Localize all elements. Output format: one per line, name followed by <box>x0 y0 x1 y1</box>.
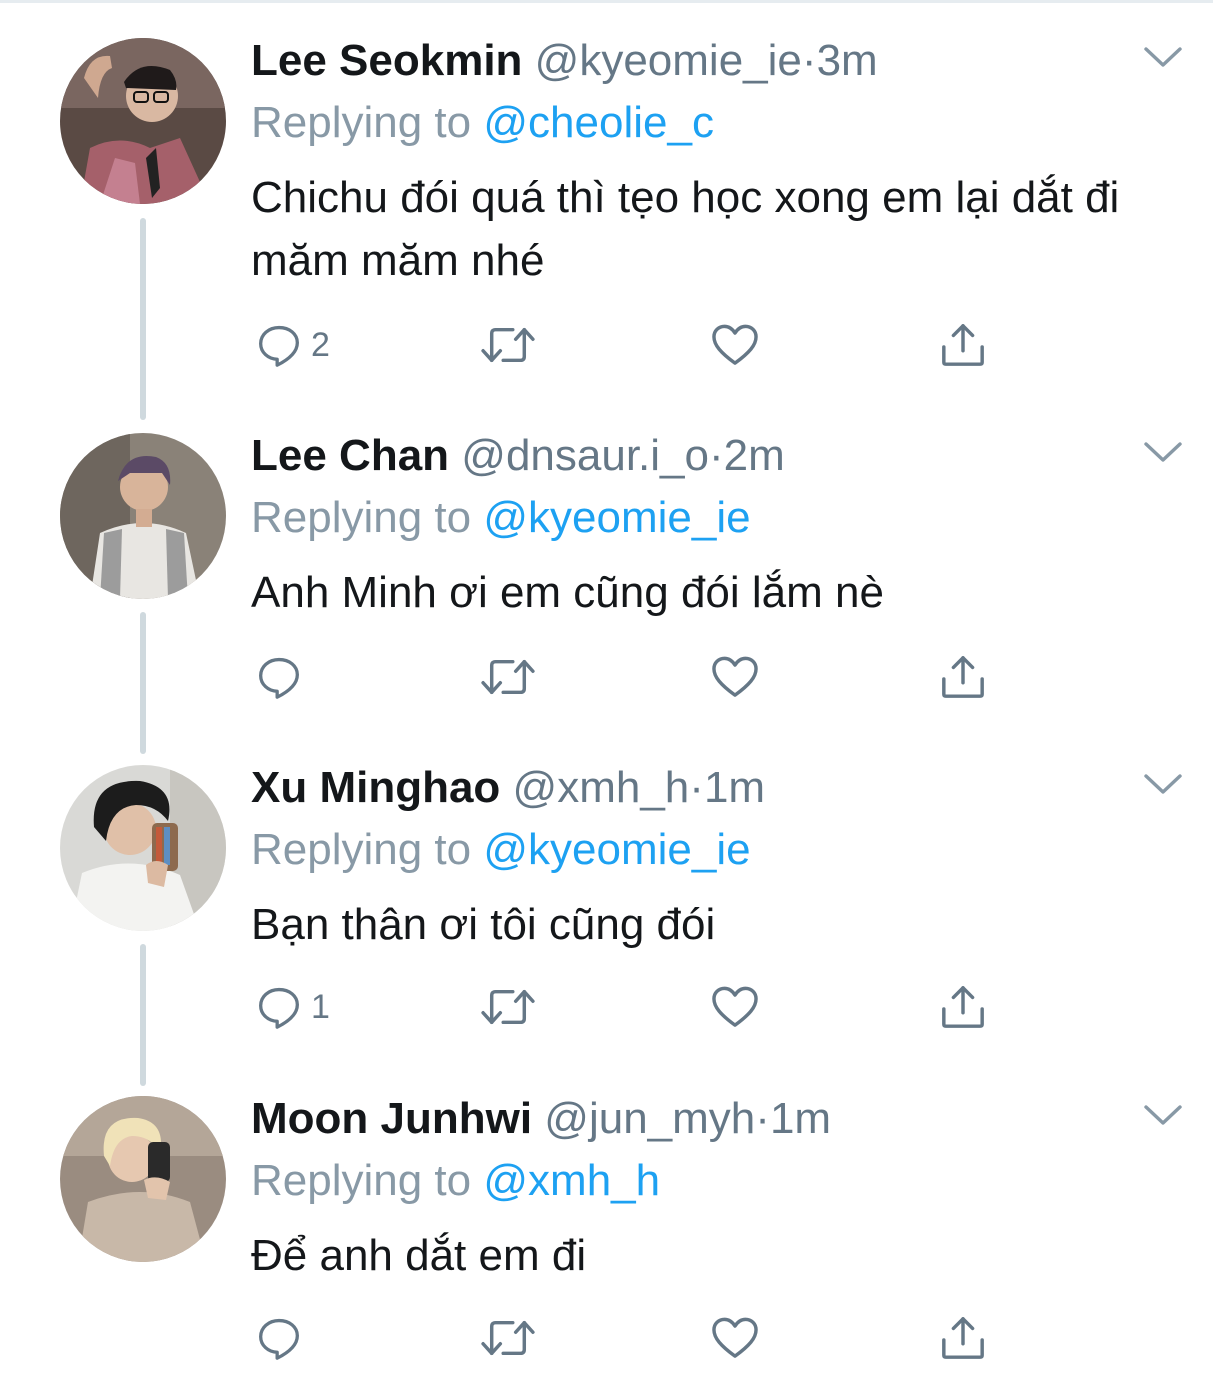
display-name[interactable]: Xu Minghao <box>251 763 500 812</box>
tweet-header: Xu Minghao @xmh_h·1m <box>251 757 765 819</box>
tweet-text: Anh Minh ơi em cũng đói lắm nè <box>251 568 884 617</box>
replying-to-handle[interactable]: @xmh_h <box>483 1156 660 1205</box>
share-icon <box>940 654 986 700</box>
retweet-icon <box>481 322 535 368</box>
retweet-icon <box>481 984 535 1030</box>
replying-to: Replying to @kyeomie_ie <box>251 487 751 549</box>
share-button[interactable] <box>940 647 986 707</box>
reply-button[interactable] <box>257 647 311 707</box>
tweet[interactable]: Xu Minghao @xmh_h·1m Replying to @kyeomi… <box>0 757 1213 1087</box>
chevron-down-icon[interactable] <box>1142 42 1184 72</box>
like-icon <box>711 655 759 699</box>
share-icon <box>940 1315 986 1361</box>
display-name[interactable]: Lee Seokmin <box>251 36 522 85</box>
timestamp[interactable]: 3m <box>817 36 878 85</box>
reply-button[interactable]: 2 <box>257 315 330 375</box>
reply-count: 1 <box>311 987 330 1026</box>
retweet-button[interactable] <box>481 315 535 375</box>
separator-dot: · <box>755 1094 770 1143</box>
tweet-header: Lee Seokmin @kyeomie_ie·3m <box>251 30 878 92</box>
top-divider <box>0 0 1213 3</box>
share-button[interactable] <box>940 315 986 375</box>
like-button[interactable] <box>711 647 759 707</box>
share-button[interactable] <box>940 977 986 1037</box>
replying-to: Replying to @cheolie_c <box>251 92 714 154</box>
like-button[interactable] <box>711 1308 759 1368</box>
display-name[interactable]: Moon Junhwi <box>251 1094 532 1143</box>
avatar[interactable] <box>60 433 226 599</box>
timestamp[interactable]: 1m <box>704 763 765 812</box>
like-icon <box>711 323 759 367</box>
avatar[interactable] <box>60 1096 226 1262</box>
timestamp[interactable]: 1m <box>770 1094 831 1143</box>
replying-to-handle[interactable]: @kyeomie_ie <box>483 493 750 542</box>
replying-to-handle[interactable]: @kyeomie_ie <box>483 825 750 874</box>
separator-dot: · <box>709 431 724 480</box>
replying-to-handle[interactable]: @cheolie_c <box>483 98 714 147</box>
user-handle[interactable]: @kyeomie_ie <box>535 36 802 85</box>
chevron-down-icon[interactable] <box>1142 437 1184 467</box>
reply-button[interactable] <box>257 1308 311 1368</box>
like-icon <box>711 985 759 1029</box>
user-handle[interactable]: @jun_myh <box>544 1094 755 1143</box>
chevron-down-icon[interactable] <box>1142 1100 1184 1130</box>
tweet-header: Lee Chan @dnsaur.i_o·2m <box>251 425 785 487</box>
user-handle[interactable]: @dnsaur.i_o <box>461 431 709 480</box>
share-icon <box>940 322 986 368</box>
reply-button[interactable]: 1 <box>257 977 330 1037</box>
chevron-down-icon[interactable] <box>1142 769 1184 799</box>
tweet-text: Để anh dắt em đi <box>251 1231 587 1280</box>
replying-to-label: Replying to <box>251 98 472 147</box>
user-handle[interactable]: @xmh_h <box>513 763 690 812</box>
retweet-icon <box>481 654 535 700</box>
replying-to: Replying to @kyeomie_ie <box>251 819 751 881</box>
retweet-button[interactable] <box>481 977 535 1037</box>
reply-icon <box>257 985 301 1029</box>
tweet-actions: 2 <box>251 315 1011 375</box>
retweet-button[interactable] <box>481 647 535 707</box>
avatar[interactable] <box>60 38 226 204</box>
share-button[interactable] <box>940 1308 986 1368</box>
retweet-button[interactable] <box>481 1308 535 1368</box>
avatar[interactable] <box>60 765 226 931</box>
tweet-actions: 1 <box>251 977 1011 1037</box>
separator-dot: · <box>801 36 817 85</box>
replying-to-label: Replying to <box>251 825 472 874</box>
like-button[interactable] <box>711 977 759 1037</box>
tweet-actions <box>251 1308 1011 1368</box>
share-icon <box>940 984 986 1030</box>
tweet-actions <box>251 647 1011 707</box>
display-name[interactable]: Lee Chan <box>251 431 449 480</box>
timestamp[interactable]: 2m <box>724 431 785 480</box>
reply-icon <box>257 655 301 699</box>
replying-to-label: Replying to <box>251 1156 472 1205</box>
reply-count: 2 <box>311 325 330 364</box>
retweet-icon <box>481 1315 535 1361</box>
replying-to-label: Replying to <box>251 493 472 542</box>
like-icon <box>711 1316 759 1360</box>
reply-icon <box>257 323 301 367</box>
tweet-text: Bạn thân ơi tôi cũng đói <box>251 900 716 949</box>
tweet[interactable]: Lee Chan @dnsaur.i_o·2m Replying to @kye… <box>0 425 1213 755</box>
reply-icon <box>257 1316 301 1360</box>
like-button[interactable] <box>711 315 759 375</box>
tweet-header: Moon Junhwi @jun_myh·1m <box>251 1088 831 1150</box>
replying-to: Replying to @xmh_h <box>251 1150 660 1212</box>
separator-dot: · <box>689 763 704 812</box>
tweet-text: Chichu đói quá thì tẹo học xong em lại d… <box>251 173 1120 285</box>
tweet[interactable]: Lee Seokmin @kyeomie_ie·3m Replying to @… <box>0 30 1213 420</box>
tweet[interactable]: Moon Junhwi @jun_myh·1m Replying to @xmh… <box>0 1088 1213 1388</box>
